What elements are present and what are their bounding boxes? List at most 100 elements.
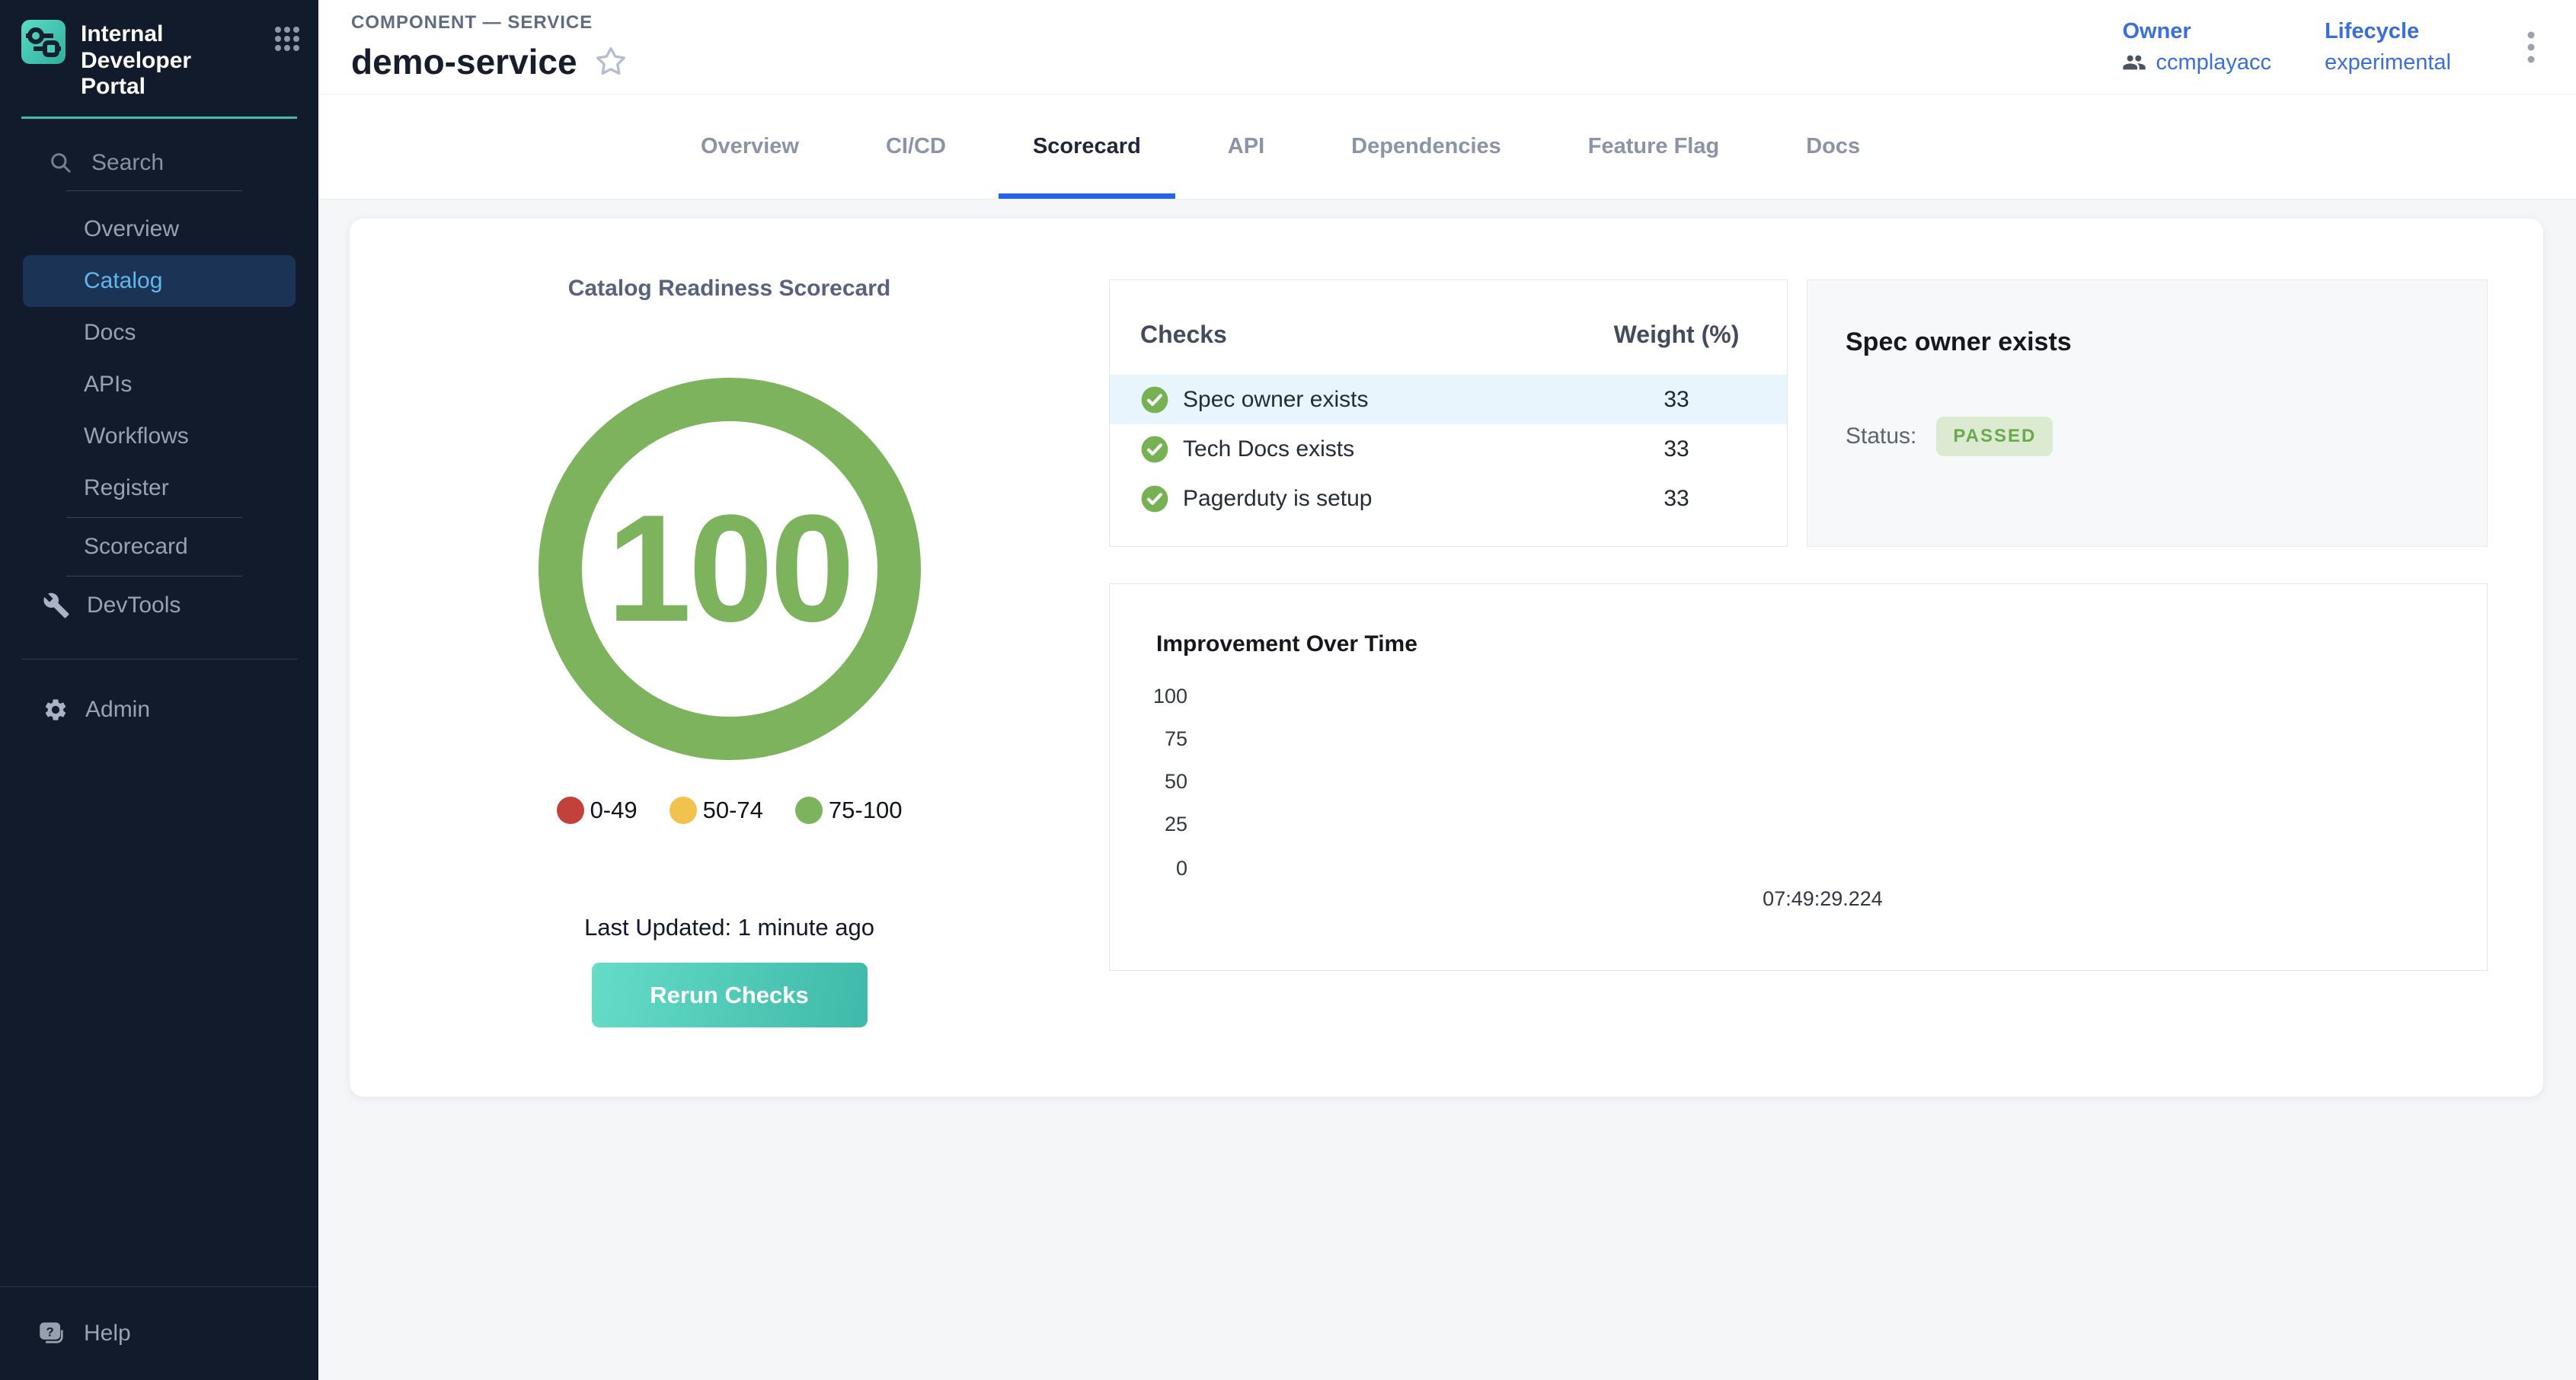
check-row-pagerduty[interactable]: Pagerduty is setup 33 — [1110, 474, 1787, 523]
brand-divider — [21, 117, 297, 119]
legend-item-mid: 50-74 — [670, 797, 763, 824]
legend-label: 50-74 — [703, 797, 763, 824]
portal-logo-icon — [21, 20, 66, 64]
star-icon[interactable] — [594, 45, 628, 78]
apps-grid-icon[interactable] — [274, 26, 300, 52]
search-label: Search — [91, 150, 164, 176]
brand: Internal Developer Portal — [0, 0, 318, 101]
check-row-spec-owner[interactable]: Spec owner exists 33 — [1110, 375, 1787, 424]
sidebar-nav: Overview Catalog Docs APIs Workflows Reg… — [0, 203, 318, 631]
y-axis-tick: 25 — [1110, 813, 1187, 836]
entity-tabs: Overview CI/CD Scorecard API Dependencie… — [318, 94, 2576, 200]
y-axis-tick: 100 — [1110, 685, 1187, 708]
legend-label: 75-100 — [829, 797, 903, 824]
lifecycle-value: experimental — [2325, 50, 2451, 75]
sidebar-search[interactable]: Search — [0, 139, 318, 187]
owner-value: ccmplayacc — [2156, 50, 2271, 75]
sidebar-item-docs[interactable]: Docs — [0, 307, 318, 359]
checks-panel: Checks Weight (%) — [1109, 280, 1788, 547]
sidebar-item-workflows[interactable]: Workflows — [0, 410, 318, 462]
improvement-chart: Improvement Over Time 100 75 50 25 0 07:… — [1109, 583, 2488, 971]
gauge-column: Catalog Readiness Scorecard 100 0-49 50-… — [350, 219, 1109, 1097]
status-label: Status: — [1846, 423, 1916, 449]
sidebar-item-register[interactable]: Register — [0, 462, 318, 514]
last-updated-text: Last Updated: 1 minute ago — [584, 914, 874, 941]
check-name-label: Spec owner exists — [1183, 387, 1368, 413]
scorecard-card: Catalog Readiness Scorecard 100 0-49 50-… — [350, 219, 2543, 1097]
sidebar-item-catalog[interactable]: Catalog — [23, 255, 296, 307]
owner-block: Owner ccmplayacc — [2122, 19, 2271, 75]
checks-table-header: Checks Weight (%) — [1110, 308, 1787, 361]
people-icon — [2122, 50, 2146, 75]
divider — [66, 190, 242, 191]
lifecycle-block: Lifecycle experimental — [2325, 19, 2451, 75]
main-area: COMPONENT — SERVICE demo-service Owner c — [318, 0, 2576, 1380]
legend-item-high: 75-100 — [795, 797, 903, 824]
lifecycle-label: Lifecycle — [2325, 19, 2451, 44]
legend-label: 0-49 — [590, 797, 638, 824]
search-icon — [49, 151, 73, 175]
page-header: COMPONENT — SERVICE demo-service Owner c — [318, 0, 2576, 94]
app-root: Internal Developer Portal Search Overvie… — [0, 0, 2576, 1380]
sidebar-item-admin[interactable]: Admin — [0, 684, 318, 736]
sidebar-item-devtools[interactable]: DevTools — [0, 580, 318, 631]
sidebar: Internal Developer Portal Search Overvie… — [0, 0, 318, 1380]
sidebar-item-help[interactable]: ? Help — [0, 1287, 318, 1380]
divider — [66, 517, 242, 518]
check-name-label: Pagerduty is setup — [1183, 486, 1372, 512]
tab-overview[interactable]: Overview — [666, 94, 833, 199]
legend-dot-yellow — [670, 797, 697, 824]
content-area: Catalog Readiness Scorecard 100 0-49 50-… — [318, 200, 2576, 1380]
tab-dependencies[interactable]: Dependencies — [1317, 94, 1536, 199]
divider — [66, 576, 242, 577]
legend-item-low: 0-49 — [557, 797, 638, 824]
gear-icon — [43, 697, 69, 723]
check-weight-value: 33 — [1596, 387, 1756, 413]
sidebar-item-scorecard[interactable]: Scorecard — [0, 521, 318, 573]
tab-scorecard[interactable]: Scorecard — [999, 94, 1175, 199]
help-chat-icon: ? — [38, 1319, 67, 1348]
rerun-checks-button[interactable]: Rerun Checks — [592, 963, 868, 1027]
check-detail-title: Spec owner exists — [1846, 327, 2449, 357]
help-label: Help — [84, 1321, 131, 1346]
divider — [21, 659, 297, 660]
weight-header-label: Weight (%) — [1596, 321, 1756, 349]
score-value: 100 — [607, 493, 852, 645]
owner-link[interactable]: ccmplayacc — [2122, 50, 2271, 75]
check-passed-icon — [1140, 385, 1169, 414]
status-badge: PASSED — [1936, 417, 2053, 456]
owner-label: Owner — [2122, 19, 2271, 44]
check-name-label: Tech Docs exists — [1183, 436, 1354, 462]
check-weight-value: 33 — [1596, 486, 1756, 512]
check-detail-panel: Spec owner exists Status: PASSED — [1807, 280, 2488, 547]
check-row-tech-docs[interactable]: Tech Docs exists 33 — [1110, 424, 1787, 474]
check-weight-value: 33 — [1596, 436, 1756, 462]
score-gauge: 100 — [539, 378, 921, 760]
check-passed-icon — [1140, 435, 1169, 464]
breadcrumb: COMPONENT — SERVICE — [351, 12, 628, 34]
y-axis-tick: 50 — [1110, 770, 1187, 794]
details-column: Checks Weight (%) — [1109, 219, 2543, 1097]
legend-dot-green — [795, 797, 823, 824]
tab-cicd[interactable]: CI/CD — [852, 94, 980, 199]
checks-header-label: Checks — [1140, 321, 1596, 349]
x-axis-tick: 07:49:29.224 — [1708, 887, 1937, 911]
y-axis-tick: 75 — [1110, 727, 1187, 751]
chart-title: Improvement Over Time — [1156, 631, 1417, 657]
entity-heading: COMPONENT — SERVICE demo-service — [351, 12, 628, 82]
svg-text:?: ? — [46, 1324, 54, 1339]
devtools-label: DevTools — [87, 593, 181, 618]
check-passed-icon — [1140, 484, 1169, 513]
sidebar-item-overview[interactable]: Overview — [0, 203, 318, 255]
scorecard-title: Catalog Readiness Scorecard — [568, 276, 891, 302]
more-options-icon[interactable] — [2520, 23, 2542, 72]
tab-feature-flag[interactable]: Feature Flag — [1554, 94, 1753, 199]
brand-title: Internal Developer Portal — [81, 20, 259, 101]
tab-docs[interactable]: Docs — [1772, 94, 1894, 199]
tab-api[interactable]: API — [1194, 94, 1299, 199]
page-title: demo-service — [351, 41, 577, 82]
wrench-icon — [43, 592, 70, 619]
sidebar-item-apis[interactable]: APIs — [0, 359, 318, 410]
score-legend: 0-49 50-74 75-100 — [557, 797, 903, 824]
y-axis-tick: 0 — [1110, 857, 1187, 880]
